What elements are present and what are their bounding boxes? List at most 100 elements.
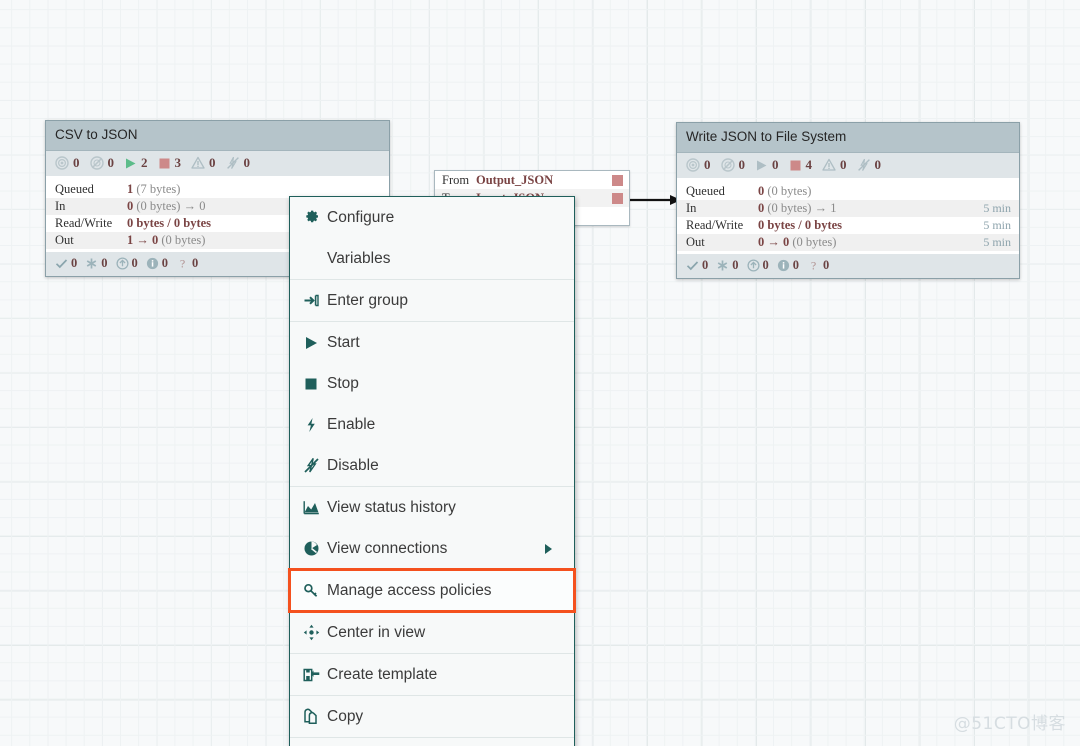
check-icon: 0 — [686, 258, 708, 273]
running-count: 0 — [772, 157, 779, 173]
up-arrow-icon: 0 — [115, 256, 138, 271]
menu-item-configure[interactable]: Configure — [290, 197, 574, 238]
question-icon: ? 0 — [176, 256, 198, 271]
question-icon: ? 0 — [807, 258, 829, 273]
transmitting-count: 0 — [704, 157, 711, 173]
stat-value: 0 (0 bytes) → 1 — [758, 200, 837, 215]
menu-item-copy[interactable]: Copy — [290, 696, 574, 737]
transmitting-count: 0 — [73, 155, 80, 171]
center-icon — [303, 624, 327, 641]
stat-value: 0 (0 bytes) — [758, 183, 812, 198]
up-arrow-count: 0 — [131, 256, 138, 271]
stat-label: Queued — [55, 181, 94, 196]
watermark: @51CTO博客 — [953, 714, 1066, 734]
stat-time: 5 min — [983, 217, 1011, 232]
stopped-count: 4 — [805, 157, 813, 173]
gear-icon — [303, 209, 327, 226]
not-transmitting-count: 0 — [738, 157, 746, 173]
menu-item-label: View connections — [327, 539, 448, 557]
connection-key: From — [442, 172, 470, 187]
menu-item-label: Start — [327, 333, 360, 351]
menu-item-start[interactable]: Start — [290, 322, 574, 363]
transmitting-icon: 0 — [686, 157, 711, 173]
menu-item-label: Copy — [327, 707, 364, 725]
menu-item-label: Configure — [327, 208, 395, 226]
stat-value: 0 bytes / 0 bytes — [758, 217, 843, 232]
context-menu[interactable]: Configure Variables Enter group Start St… — [288, 196, 576, 746]
not-transmitting-icon: 0 — [720, 157, 746, 173]
menu-item-variables[interactable]: Variables — [290, 238, 574, 279]
connection-arrow — [630, 195, 681, 205]
stat-value: 1 (7 bytes) — [127, 181, 181, 196]
menu-item-view-status-history[interactable]: View status history — [290, 487, 574, 528]
copy-icon — [303, 708, 327, 725]
stat-label: Read/Write — [55, 215, 113, 230]
menu-item-enter-group[interactable]: Enter group — [290, 280, 574, 321]
question-count: 0 — [192, 256, 199, 271]
up-arrow-count: 0 — [762, 258, 769, 273]
menu-item-label: Create template — [327, 665, 438, 683]
connection-row-from: From Output_JSON — [435, 171, 629, 189]
create-template-icon — [303, 667, 327, 683]
menu-item-manage-access-policies[interactable]: Manage access policies — [288, 568, 576, 613]
svg-text:?: ? — [811, 259, 816, 272]
key-icon — [303, 582, 327, 599]
disabled-count: 0 — [243, 155, 251, 171]
enter-group-icon — [303, 292, 327, 309]
menu-item-create-template[interactable]: Create template — [290, 654, 574, 695]
table-row: In 0 (0 bytes) → 1 5 min — [677, 199, 1019, 217]
menu-item-center-in-view[interactable]: Center in view — [290, 612, 574, 653]
menu-item-view-connections[interactable]: View connections — [290, 528, 574, 569]
menu-item-delete[interactable]: Delete — [290, 738, 574, 746]
stopped-icon: 3 — [158, 155, 181, 171]
processor-write-json-to-file-system[interactable]: Write JSON to File System 0 0 0 4 0 0 Qu… — [676, 122, 1020, 279]
check-count: 0 — [71, 256, 78, 271]
asterisk-count: 0 — [732, 258, 739, 273]
play-icon — [303, 335, 327, 351]
warning-count: 0 — [209, 155, 216, 171]
stat-label: Out — [686, 234, 705, 249]
asterisk-icon: 0 — [716, 258, 739, 273]
connections-icon — [303, 540, 327, 557]
asterisk-count: 0 — [101, 256, 108, 271]
running-icon: 0 — [755, 157, 779, 173]
bolt-icon — [303, 417, 327, 433]
question-count: 0 — [823, 258, 830, 273]
info-count: 0 — [792, 258, 799, 273]
info-count: 0 — [161, 256, 168, 271]
menu-item-label: View status history — [327, 498, 456, 516]
stat-label: Read/Write — [686, 217, 744, 232]
menu-item-stop[interactable]: Stop — [290, 363, 574, 404]
stat-value: 0 → 0 (0 bytes) — [758, 234, 837, 249]
warning-icon: 0 — [191, 155, 216, 171]
stopped-icon — [612, 192, 623, 204]
warning-icon: 0 — [822, 157, 847, 173]
menu-item-enable[interactable]: Enable — [290, 404, 574, 445]
panel-title: Write JSON to File System — [677, 123, 1019, 153]
stopped-icon: 4 — [789, 157, 813, 173]
warning-count: 0 — [840, 157, 847, 173]
stat-time: 5 min — [983, 234, 1011, 249]
menu-item-disable[interactable]: Disable — [290, 445, 574, 486]
up-arrow-icon: 0 — [746, 258, 769, 273]
info-icon: 0 — [777, 258, 799, 273]
not-transmitting-icon: 0 — [89, 155, 115, 171]
bolt-slash-icon — [303, 457, 327, 474]
not-transmitting-count: 0 — [107, 155, 115, 171]
table-row: Queued 0 (0 bytes) — [677, 183, 1019, 200]
disabled-icon: 0 — [226, 155, 251, 171]
svg-text:?: ? — [180, 257, 185, 270]
menu-item-label: Disable — [327, 456, 379, 474]
table-row: Out 0 → 0 (0 bytes) 5 min — [677, 233, 1019, 251]
panel-counter-row: 0 0 0 4 0 0 — [677, 152, 1019, 179]
flow-canvas[interactable]: CSV to JSON 0 0 2 3 0 0 Queued 1 (7 byte… — [0, 0, 1080, 746]
disabled-icon: 0 — [857, 157, 881, 173]
panel-title: CSV to JSON — [46, 121, 389, 151]
check-count: 0 — [702, 258, 709, 273]
panel-stats: Queued 0 (0 bytes) In 0 (0 bytes) → 1 5 … — [677, 178, 1019, 251]
running-count: 2 — [141, 155, 148, 171]
chevron-right-icon — [545, 543, 552, 554]
chart-icon — [303, 500, 327, 515]
stat-label: Queued — [686, 183, 725, 198]
info-icon: 0 — [146, 256, 168, 271]
